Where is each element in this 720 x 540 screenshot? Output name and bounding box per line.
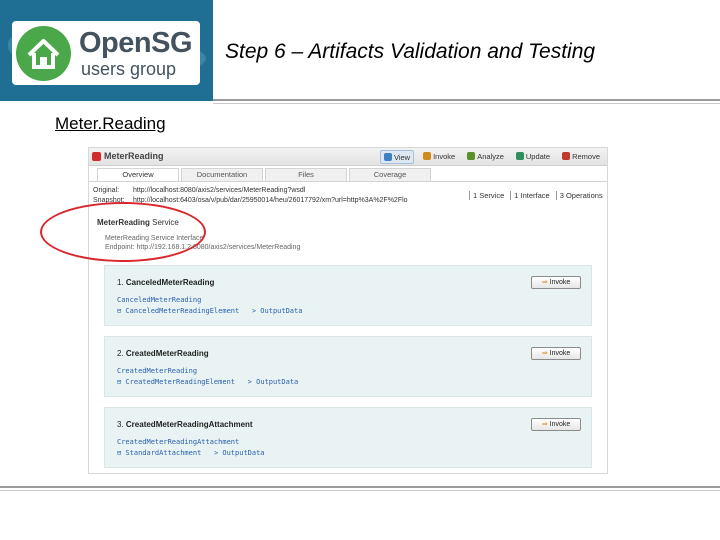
operation-panel-3: 3. CreatedMeterReadingAttachment Created… (104, 407, 592, 468)
toolbar-view-button[interactable]: View (379, 150, 415, 164)
original-label: Original: (93, 187, 120, 194)
operation-panel-2: 2. CreatedMeterReading CreatedMeterReadi… (104, 336, 592, 397)
toolbar-invoke-button[interactable]: Invoke (420, 150, 458, 162)
operation-output[interactable]: > OutputData (214, 449, 265, 457)
view-icon (383, 153, 392, 161)
header-rule (213, 99, 720, 101)
operation-input[interactable]: CreatedMeterReading (117, 367, 197, 375)
operation-name: CanceledMeterReading (125, 278, 215, 287)
slide-title: Step 6 – Artifacts Validation and Testin… (225, 40, 596, 63)
header-rule-thin (213, 103, 720, 104)
toolbar-update-label: Update (525, 151, 551, 161)
invoke-label: Invoke (549, 421, 571, 428)
operation-panel-1: 1. CanceledMeterReading CanceledMeterRea… (104, 265, 592, 326)
highlight-circle-annotation (40, 202, 206, 262)
operation-title: 3. CreatedMeterReadingAttachment (117, 420, 253, 429)
toolbar-update-button[interactable]: Update (513, 150, 553, 162)
logo-panel: OpenSG users group (0, 0, 213, 101)
toolbar-analyze-label: Analyze (477, 151, 504, 161)
operation-element-row: ⊟ CreatedMeterReadingElement > OutputDat… (117, 378, 298, 386)
logo-name: OpenSG (79, 27, 193, 59)
operation-element-row: ⊟ StandardAttachment > OutputData (117, 449, 265, 457)
operation-title: 1. CanceledMeterReading (117, 278, 214, 287)
app-title: MeterReading (104, 151, 164, 161)
interface-count: 1 Interface (510, 191, 550, 200)
invoke-button[interactable]: ⇒ Invoke (531, 418, 581, 431)
analyze-icon (467, 152, 476, 160)
toolbar-view-label: View (393, 152, 411, 162)
operation-name: CreatedMeterReading (125, 349, 209, 358)
operation-number: 1. (117, 278, 124, 287)
toolbar-invoke-label: Invoke (433, 151, 456, 161)
operation-input[interactable]: CanceledMeterReading (117, 296, 201, 304)
invoke-label: Invoke (549, 350, 571, 357)
operation-number: 2. (117, 349, 124, 358)
footer-rule-thin (0, 490, 720, 491)
invoke-button[interactable]: ⇒ Invoke (531, 276, 581, 289)
invoke-arrow-icon: ⇒ (541, 279, 548, 286)
toolbar-analyze-button[interactable]: Analyze (464, 150, 507, 162)
opensg-logo: OpenSG users group (12, 21, 200, 85)
toolbar-remove-label: Remove (572, 151, 600, 161)
operation-input[interactable]: CreatedMeterReadingAttachment (117, 438, 239, 446)
operation-title: 2. CreatedMeterReading (117, 349, 209, 358)
logo-subtitle: users group (81, 59, 177, 79)
service-counts: 1 Service 1 Interface 3 Operations (469, 191, 603, 200)
operation-element[interactable]: ⊟ CreatedMeterReadingElement (117, 378, 235, 386)
original-url-link[interactable]: http://localhost:8080/axis2/services/Met… (133, 187, 305, 194)
toolbar-remove-button[interactable]: Remove (559, 150, 603, 162)
operation-output[interactable]: > OutputData (248, 378, 299, 386)
tab-coverage[interactable]: Coverage (349, 168, 431, 181)
invoke-label: Invoke (549, 279, 571, 286)
app-header: MeterReading View Invoke Analyze Update … (89, 148, 607, 166)
operation-count: 3 Operations (555, 191, 603, 200)
remove-icon (562, 152, 571, 160)
app-logo-icon (92, 152, 101, 161)
tab-divider (89, 181, 607, 182)
house-icon (16, 26, 71, 81)
tab-files[interactable]: Files (265, 168, 347, 181)
update-icon (515, 152, 524, 160)
invoke-button[interactable]: ⇒ Invoke (531, 347, 581, 360)
tab-bar: Overview Documentation Files Coverage (97, 168, 433, 181)
operation-name: CreatedMeterReadingAttachment (125, 420, 253, 429)
service-count: 1 Service (469, 191, 504, 200)
operation-output[interactable]: > OutputData (252, 307, 303, 315)
operation-element[interactable]: ⊟ CanceledMeterReadingElement (117, 307, 239, 315)
footer-rule (0, 486, 720, 488)
section-label: Meter.Reading (55, 114, 166, 133)
invoke-arrow-icon: ⇒ (541, 421, 548, 428)
operation-element-row: ⊟ CanceledMeterReadingElement > OutputDa… (117, 307, 302, 315)
invoke-arrow-icon: ⇒ (541, 350, 548, 357)
invoke-icon (423, 152, 432, 160)
toolbar: View Invoke Analyze Update Remove (379, 150, 603, 164)
tab-documentation[interactable]: Documentation (181, 168, 263, 181)
tab-overview[interactable]: Overview (97, 168, 179, 181)
operation-element[interactable]: ⊟ StandardAttachment (117, 449, 201, 457)
operation-number: 3. (117, 420, 124, 429)
snapshot-url-link[interactable]: http://localhost:6403/osa/v/pub/dar/2595… (133, 197, 408, 204)
app-screenshot: MeterReading View Invoke Analyze Update … (88, 147, 608, 474)
